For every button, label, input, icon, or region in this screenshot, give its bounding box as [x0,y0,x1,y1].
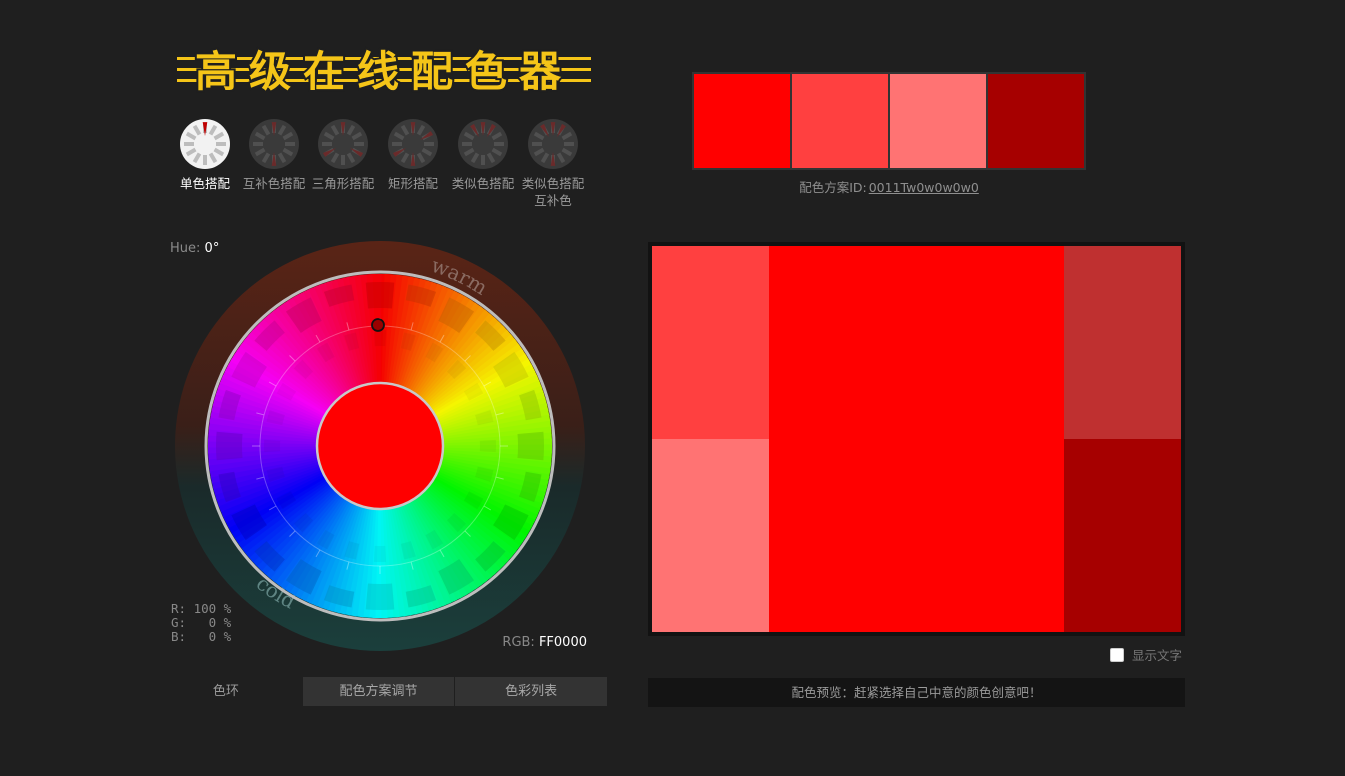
tab-color-list[interactable]: 色彩列表 [454,677,608,706]
triad-scheme-icon [318,119,368,169]
red-percent: R: 100 % [171,601,232,616]
wheel-center-color [315,381,445,511]
show-text-checkbox[interactable] [1110,647,1124,662]
icon-hub [196,135,214,153]
scheme-label: 单色搭配 [179,176,230,191]
scheme-id-line: 配色方案ID: 0011Tw0w0w0w0 [692,177,1086,196]
analogous-scheme-icon [458,119,508,169]
tab-scheme-adjust[interactable]: 配色方案调节 [301,677,455,706]
scheme-id-link[interactable]: 0011Tw0w0w0w0 [869,180,979,195]
scheme-rectangle[interactable]: 矩形搭配 [378,118,448,192]
preview-bottom-right [1064,439,1181,632]
color-wheel[interactable]: warm cold [175,241,585,651]
preview-caption: 配色预览：赶紧选择自己中意的颜色创意吧！ [648,678,1185,707]
show-text-label: 显示文字 [1132,648,1183,663]
wheel-tabs: 色环 配色方案调节 色彩列表 [150,677,608,706]
icon-hub [334,135,352,153]
swatch-dark[interactable] [988,74,1084,168]
swatch-lighter[interactable] [890,74,986,168]
rgb-label: RGB: [502,635,535,650]
show-text-toggle[interactable]: 显示文字 [1110,645,1182,664]
rgb-hex-readout: RGB: FF0000 [502,635,587,650]
hue-segment[interactable] [264,439,281,453]
scheme-triad[interactable]: 三角形搭配 [308,118,378,192]
logo-title: 高级在线配色器 [195,47,573,96]
scheme-label: 类似色搭配 [451,176,515,191]
scheme-analogous[interactable]: 类似色搭配 [448,118,518,192]
hue-segment[interactable] [479,439,496,453]
icon-hub [544,135,562,153]
rgb-hex-value: FF0000 [538,635,587,650]
color-wheel-graphic[interactable]: warm cold [175,241,585,651]
hue-segment[interactable] [373,330,387,347]
app-logo: 高级在线配色器 [175,43,593,97]
scheme-id-label: 配色方案ID: [799,180,867,195]
hue-segment[interactable] [216,431,243,461]
rgb-percent-readout: R: 100 % G: 0 % B: 0 % [171,602,231,644]
tab-color-wheel[interactable]: 色环 [150,677,302,706]
analogous-complement-scheme-icon [528,119,578,169]
icon-hub [265,135,283,153]
green-percent: G: 0 % [171,615,232,630]
blue-percent: B: 0 % [171,629,232,644]
scheme-label: 矩形搭配 [387,176,438,191]
logo-graphic: 高级在线配色器 [177,45,591,97]
scheme-label: 三角形搭配 [311,176,375,191]
scheme-monochrome[interactable]: 单色搭配 [170,118,240,192]
scheme-selector: 单色搭配 互补色搭配 三角形搭配 矩形搭配 类似色搭配 类似色搭配互补色 [170,118,590,218]
monochrome-scheme-icon [180,119,230,169]
palette-swatches [692,72,1086,170]
preview-top-right [1064,246,1181,439]
complementary-scheme-icon [249,119,299,169]
scheme-complementary[interactable]: 互补色搭配 [239,118,309,192]
hue-segment[interactable] [365,282,395,309]
hue-segment[interactable] [517,431,544,461]
hue-handle[interactable] [371,318,385,332]
preview-bottom-left [652,439,769,632]
scheme-analogous-complement[interactable]: 类似色搭配互补色 [518,118,588,209]
scheme-label: 互补色搭配 [242,176,306,191]
scheme-label: 类似色搭配互补色 [521,176,585,208]
swatch-primary[interactable] [694,74,790,168]
icon-hub [474,135,492,153]
hue-segment[interactable] [365,583,395,610]
icon-hub [404,135,422,153]
preview-main [769,246,1064,632]
preview-top-left [652,246,769,439]
color-preview [648,242,1185,636]
rectangle-scheme-icon [388,119,438,169]
swatch-light[interactable] [792,74,888,168]
hue-segment[interactable] [373,545,387,562]
